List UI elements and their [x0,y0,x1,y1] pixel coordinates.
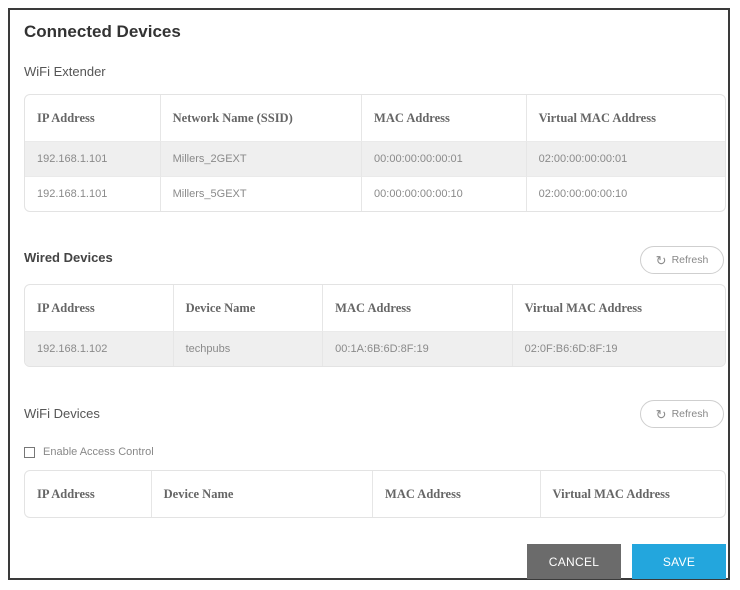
virtual-mac-cell: 02:00:00:00:00:01 [525,141,725,176]
ssid-cell: Millers_5GEXT [159,176,362,211]
mac-address-cell: 00:00:00:00:00:10 [361,176,526,211]
table-header-row: IP Address Device Name MAC Address Virtu… [25,285,725,331]
wifi-extender-title: WiFi Extender [24,64,106,79]
mac-address-cell: 00:00:00:00:00:01 [361,141,526,176]
table-row: 192.168.1.102 techpubs 00:1A:6B:6D:8F:19… [25,331,725,366]
column-header: MAC Address [322,285,511,331]
column-header: Device Name [172,285,323,331]
column-header: IP Address [37,486,95,501]
wifi-refresh-button[interactable]: ↻ Refresh [640,400,724,428]
connected-devices-panel: Connected Devices WiFi Extender IP Addre… [8,8,730,580]
column-header: Virtual MAC Address [539,471,725,517]
refresh-icon: ↻ [655,406,667,422]
ip-address-cell: 192.168.1.102 [25,331,173,366]
ssid-cell: Millers_2GEXT [159,141,362,176]
column-header: MAC Address [372,471,540,517]
table-row: 192.168.1.101 Millers_2GEXT 00:00:00:00:… [25,141,725,176]
page-title: Connected Devices [24,22,181,41]
table-header-row: IP Address Device Name MAC Address Virtu… [25,471,725,517]
ip-address-cell: 192.168.1.101 [25,141,160,176]
save-button[interactable]: SAVE [632,544,726,579]
access-control-option: Enable Access Control [24,446,154,458]
column-header: IP Address [37,300,95,315]
column-header: Network Name (SSID) [159,95,361,141]
wired-devices-title: Wired Devices [24,250,113,265]
refresh-icon: ↻ [655,252,667,268]
wifi-devices-title: WiFi Devices [24,406,100,421]
wired-devices-table: IP Address Device Name MAC Address Virtu… [24,284,726,367]
column-header: IP Address [37,110,95,125]
column-header: Virtual MAC Address [525,95,725,141]
wifi-extender-table: IP Address Network Name (SSID) MAC Addre… [24,94,726,212]
virtual-mac-cell: 02:0F:B6:6D:8F:19 [511,331,725,366]
cancel-button[interactable]: CANCEL [527,544,621,579]
wifi-devices-table: IP Address Device Name MAC Address Virtu… [24,470,726,518]
enable-access-control-checkbox[interactable] [24,446,35,458]
table-header-row: IP Address Network Name (SSID) MAC Addre… [25,95,725,141]
column-header: Virtual MAC Address [511,285,725,331]
column-header: Device Name [150,471,372,517]
device-name-cell: techpubs [172,331,323,366]
enable-access-control-label: Enable Access Control [43,446,154,458]
column-header: MAC Address [361,95,526,141]
table-row: 192.168.1.101 Millers_5GEXT 00:00:00:00:… [25,176,725,211]
mac-address-cell: 00:1A:6B:6D:8F:19 [322,331,512,366]
refresh-label: Refresh [671,408,709,420]
virtual-mac-cell: 02:00:00:00:00:10 [525,176,725,211]
wired-refresh-button[interactable]: ↻ Refresh [640,246,724,274]
refresh-label: Refresh [671,254,709,266]
ip-address-cell: 192.168.1.101 [25,176,160,211]
